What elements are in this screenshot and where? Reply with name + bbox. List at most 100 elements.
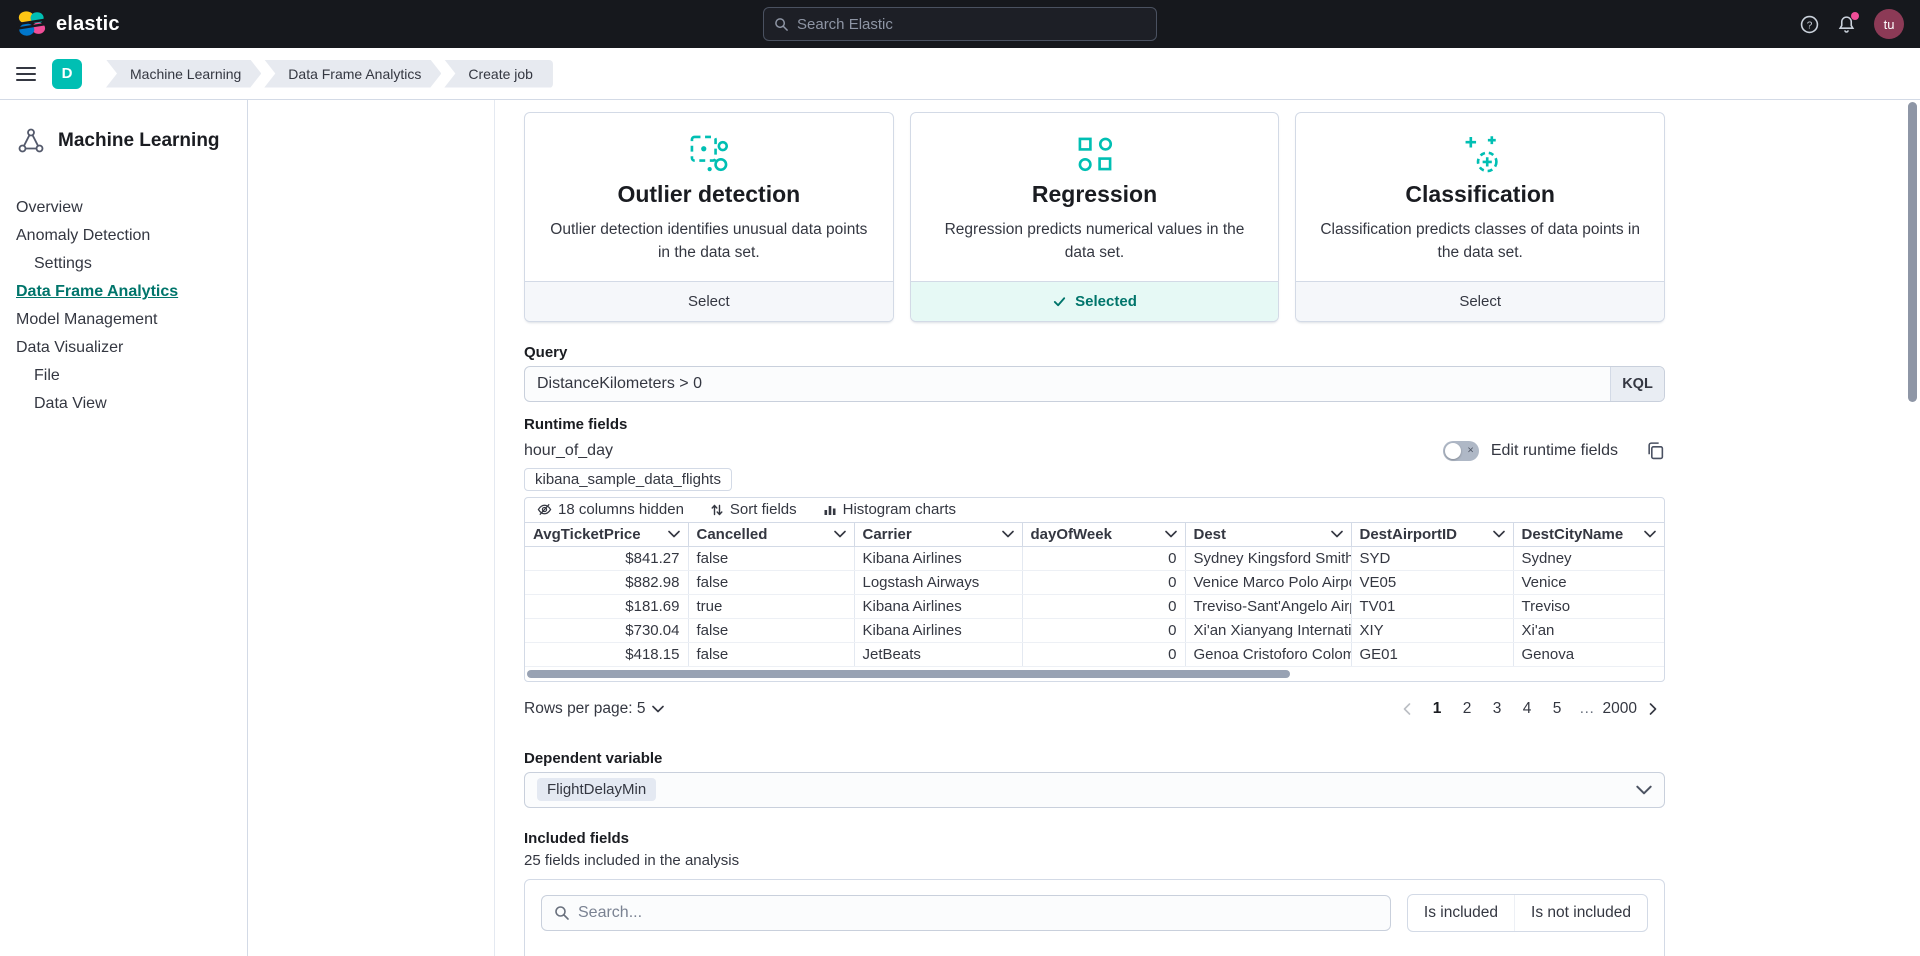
sidebar-item[interactable]: Overview <box>0 194 247 222</box>
grid-cell[interactable]: GE01 <box>1351 642 1513 666</box>
edit-runtime-fields-label: Edit runtime fields <box>1491 442 1618 460</box>
chevron-down-icon <box>1644 530 1656 538</box>
grid-cell[interactable]: Treviso <box>1513 594 1664 618</box>
prev-page-button[interactable] <box>1395 695 1419 723</box>
fields-search-input[interactable] <box>578 904 1378 922</box>
select-outlier-detection-button[interactable]: Select <box>525 281 893 321</box>
grid-cell[interactable]: true <box>688 594 854 618</box>
sidebar-item[interactable]: Data View <box>0 390 247 418</box>
help-button[interactable]: ? <box>1800 15 1819 34</box>
page-button[interactable]: 5 <box>1543 695 1571 723</box>
page-button[interactable]: 1 <box>1423 695 1451 723</box>
page-button[interactable]: 4 <box>1513 695 1541 723</box>
included-fields-summary: 25 fields included in the analysis <box>524 852 1665 869</box>
global-search-input[interactable] <box>797 16 1146 33</box>
chevron-down-icon <box>652 705 664 713</box>
sidebar-item[interactable]: Anomaly Detection <box>0 222 247 250</box>
grid-header-cell[interactable]: Dest <box>1185 522 1351 546</box>
eye-slash-icon <box>537 502 552 517</box>
page-button[interactable]: 2 <box>1453 695 1481 723</box>
breadcrumb-item[interactable]: Data Frame Analytics <box>264 60 441 88</box>
home-link[interactable]: elastic <box>16 9 120 39</box>
histogram-charts-button[interactable]: Histogram charts <box>823 501 956 518</box>
data-grid-table: AvgTicketPrice <box>525 522 1664 667</box>
grid-cell[interactable]: Kibana Airlines <box>854 594 1022 618</box>
grid-cell[interactable]: XIY <box>1351 618 1513 642</box>
grid-cell[interactable]: Sydney Kingsford Smith I... <box>1185 546 1351 570</box>
sidebar-item[interactable]: Data Visualizer <box>0 334 247 362</box>
horizontal-scrollbar[interactable] <box>525 669 1664 679</box>
sidebar-item[interactable]: File <box>0 362 247 390</box>
last-page-button[interactable]: 2000 <box>1603 695 1637 723</box>
grid-cell[interactable]: Kibana Airlines <box>854 546 1022 570</box>
edit-runtime-fields-toggle[interactable]: × <box>1443 441 1479 461</box>
grid-header-cell[interactable]: DestAirportID <box>1351 522 1513 546</box>
grid-cell[interactable]: Xi'an <box>1513 618 1664 642</box>
grid-cell[interactable]: 0 <box>1022 642 1185 666</box>
columns-hidden-button[interactable]: 18 columns hidden <box>537 501 684 518</box>
grid-cell[interactable]: Genoa Cristoforo Colomb... <box>1185 642 1351 666</box>
copy-icon <box>1646 441 1665 460</box>
grid-cell[interactable]: Kibana Airlines <box>854 618 1022 642</box>
grid-header-cell[interactable]: DestCityName <box>1513 522 1664 546</box>
sort-fields-button[interactable]: Sort fields <box>710 501 797 518</box>
breadcrumb-item[interactable]: Create job <box>444 60 553 88</box>
grid-cell[interactable]: $882.98 <box>525 570 688 594</box>
sidebar-item[interactable]: Data Frame Analytics <box>0 278 247 306</box>
kql-button[interactable]: KQL <box>1610 367 1664 401</box>
grid-header-cell[interactable]: AvgTicketPrice <box>525 522 688 546</box>
breadcrumb-item[interactable]: Machine Learning <box>106 60 261 88</box>
vertical-scrollbar[interactable] <box>1908 102 1917 402</box>
space-avatar[interactable]: D <box>52 59 82 89</box>
grid-header-cell[interactable]: dayOfWeek <box>1022 522 1185 546</box>
horizontal-scrollbar-thumb[interactable] <box>527 670 1290 678</box>
grid-cell[interactable]: false <box>688 618 854 642</box>
grid-cell[interactable]: TV01 <box>1351 594 1513 618</box>
sidebar-item[interactable]: Settings <box>0 250 247 278</box>
outlier-detection-icon <box>688 133 730 175</box>
is-not-included-filter-button[interactable]: Is not included <box>1514 895 1647 931</box>
dependent-variable-select[interactable]: FlightDelayMin <box>524 772 1665 808</box>
grid-cell[interactable]: 0 <box>1022 594 1185 618</box>
grid-header-cell[interactable]: Carrier <box>854 522 1022 546</box>
select-classification-button[interactable]: Select <box>1296 281 1664 321</box>
grid-cell[interactable]: $730.04 <box>525 618 688 642</box>
chevron-down-icon <box>1493 530 1505 538</box>
grid-cell[interactable]: JetBeats <box>854 642 1022 666</box>
grid-cell[interactable]: 0 <box>1022 546 1185 570</box>
grid-cell[interactable]: SYD <box>1351 546 1513 570</box>
grid-cell[interactable]: Logstash Airways <box>854 570 1022 594</box>
grid-cell[interactable]: Sydney <box>1513 546 1664 570</box>
grid-cell[interactable]: $181.69 <box>525 594 688 618</box>
grid-cell[interactable]: $418.15 <box>525 642 688 666</box>
next-page-button[interactable] <box>1641 695 1665 723</box>
query-input[interactable] <box>525 367 1610 401</box>
grid-header-cell[interactable]: Cancelled <box>688 522 854 546</box>
notification-dot <box>1851 12 1859 20</box>
grid-header-row: AvgTicketPrice <box>525 522 1664 546</box>
menu-button[interactable] <box>16 67 36 81</box>
grid-cell[interactable]: false <box>688 642 854 666</box>
grid-cell[interactable]: Genova <box>1513 642 1664 666</box>
user-avatar[interactable]: tu <box>1874 9 1904 39</box>
grid-cell[interactable]: Venice <box>1513 570 1664 594</box>
copy-button[interactable] <box>1646 441 1665 460</box>
grid-cell[interactable]: $841.27 <box>525 546 688 570</box>
global-header: elastic ? tu <box>0 0 1920 48</box>
is-included-filter-button[interactable]: Is included <box>1408 895 1514 931</box>
rows-per-page-button[interactable]: Rows per page: 5 <box>524 700 664 718</box>
grid-cell[interactable]: false <box>688 570 854 594</box>
check-icon <box>1052 294 1067 309</box>
grid-cell[interactable]: VE05 <box>1351 570 1513 594</box>
grid-cell[interactable]: Treviso-Sant'Angelo Airport <box>1185 594 1351 618</box>
notifications-button[interactable] <box>1837 15 1856 34</box>
grid-cell[interactable]: 0 <box>1022 618 1185 642</box>
grid-cell[interactable]: false <box>688 546 854 570</box>
sidebar-item[interactable]: Model Management <box>0 306 247 334</box>
grid-cell[interactable]: Xi'an Xianyang Internatio... <box>1185 618 1351 642</box>
regression-selected-button[interactable]: Selected <box>911 281 1279 321</box>
grid-cell[interactable]: Venice Marco Polo Airport <box>1185 570 1351 594</box>
page-button[interactable]: 3 <box>1483 695 1511 723</box>
breadcrumb-bar: D Machine LearningData Frame AnalyticsCr… <box>0 48 1920 100</box>
grid-cell[interactable]: 0 <box>1022 570 1185 594</box>
